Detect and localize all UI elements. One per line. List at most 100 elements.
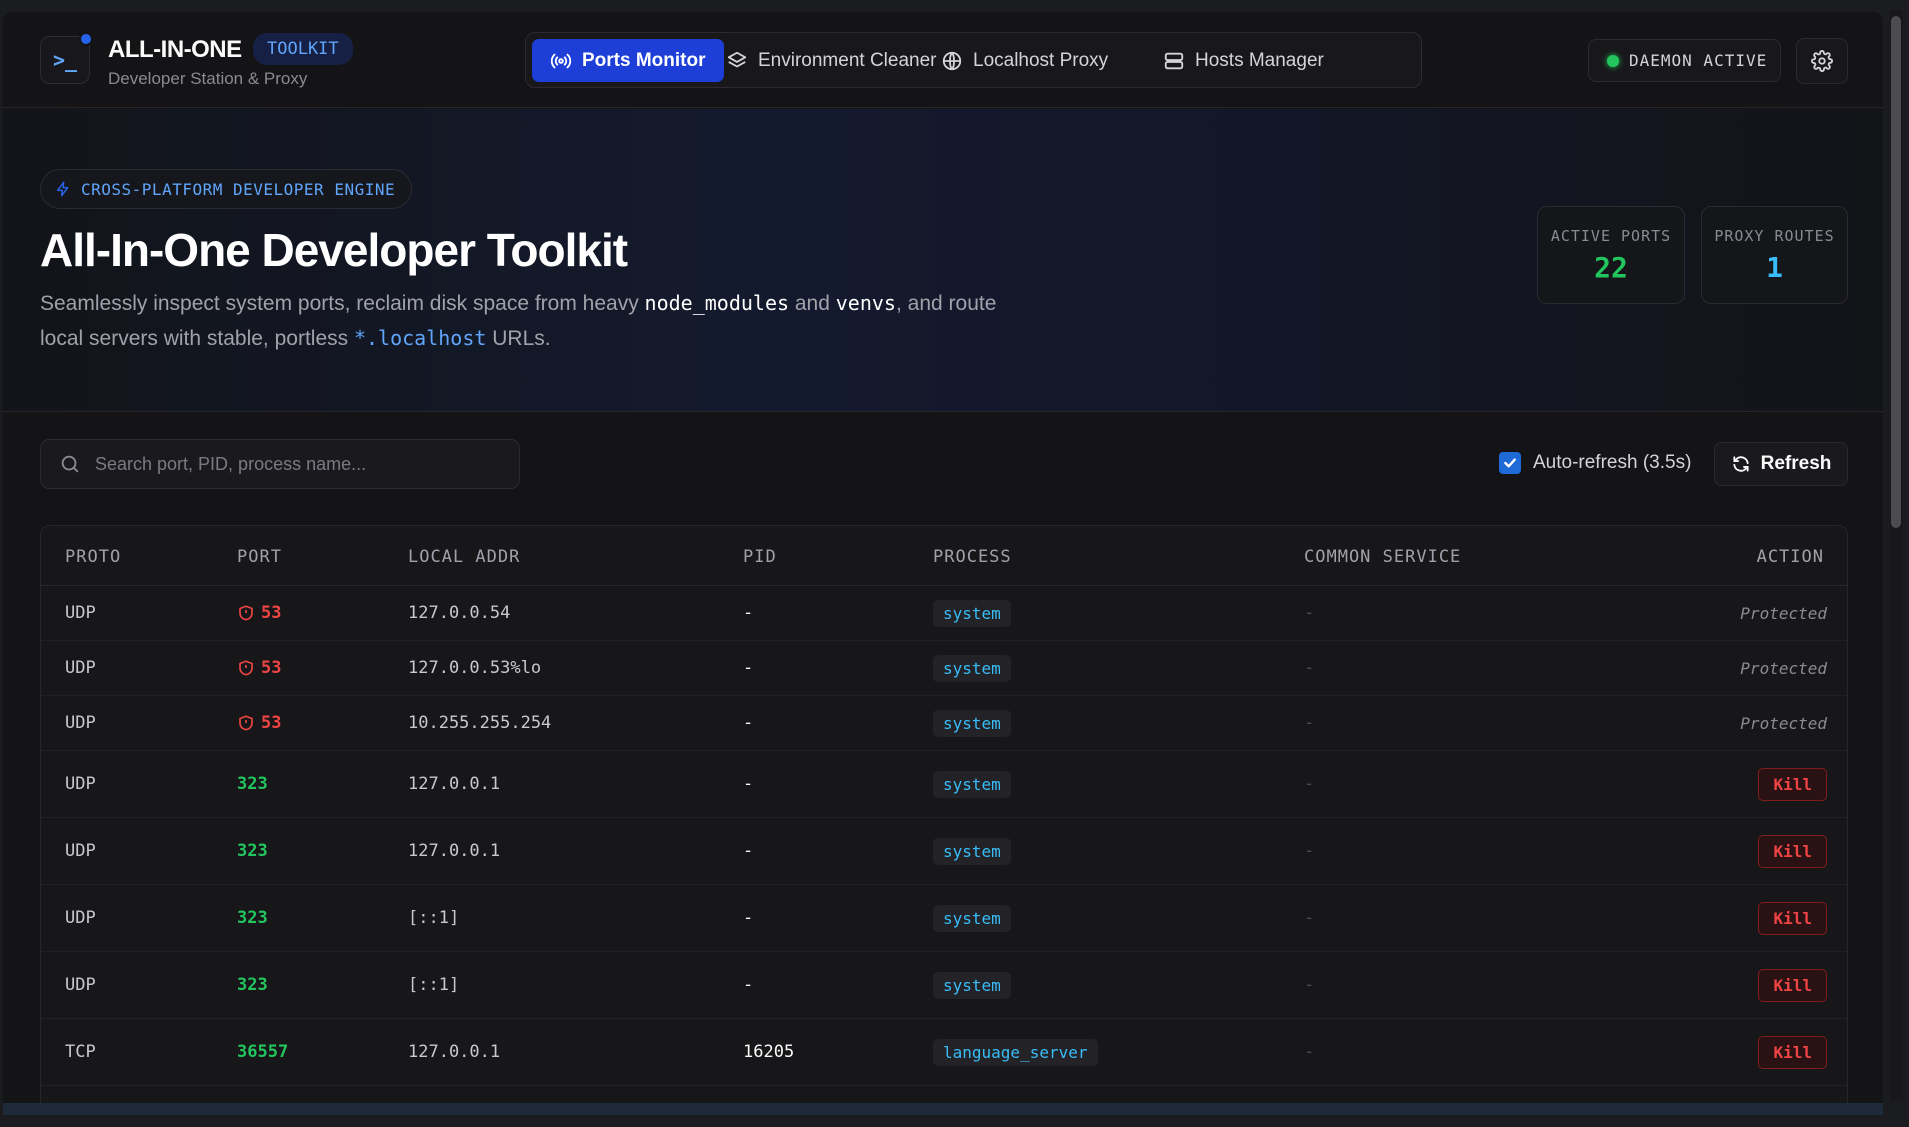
main-nav: Ports Monitor Environment Cleaner Localh… xyxy=(525,32,1422,88)
status-dot-icon xyxy=(1607,54,1619,67)
layers-icon xyxy=(727,51,747,67)
kill-button[interactable]: Kill xyxy=(1758,968,1827,1002)
process-chip: system xyxy=(933,837,1011,865)
kill-button[interactable]: Kill xyxy=(1758,834,1827,868)
port-number: 323 xyxy=(237,774,268,794)
port-cell: 53 xyxy=(237,586,281,640)
pid-cell: - xyxy=(743,841,754,861)
ports-table: PROTO PORT LOCAL ADDR PID PROCESS COMMON… xyxy=(40,525,1848,1115)
port-number: 323 xyxy=(237,908,268,928)
proto-cell: UDP xyxy=(65,975,96,995)
process-cell: system xyxy=(933,952,1011,1018)
search-input[interactable] xyxy=(95,453,495,475)
table-row: UDP 323 127.0.0.1 - system - Kill xyxy=(41,818,1847,885)
port-number: 53 xyxy=(261,658,282,678)
port-number: 53 xyxy=(261,713,282,733)
tab-label: Hosts Manager xyxy=(1195,49,1324,71)
refresh-button[interactable]: Refresh xyxy=(1714,442,1848,486)
port-cell: 53 xyxy=(237,696,281,750)
search-icon xyxy=(61,455,79,473)
kill-button-cell: Kill xyxy=(1758,885,1827,951)
pid-cell: - xyxy=(743,713,754,733)
auto-refresh-checkbox[interactable] xyxy=(1499,452,1521,474)
stat-value: 1 xyxy=(1766,251,1783,284)
service-cell: - xyxy=(1304,841,1315,861)
column-header-common-service: COMMON SERVICE xyxy=(1304,547,1462,567)
settings-button[interactable] xyxy=(1796,38,1848,84)
service-cell: - xyxy=(1304,908,1315,928)
code-node-modules: node_modules xyxy=(644,291,790,315)
daemon-status-label: DAEMON ACTIVE xyxy=(1629,51,1768,70)
proto-cell: UDP xyxy=(65,658,96,678)
process-cell: system xyxy=(933,818,1011,884)
table-header: PROTO PORT LOCAL ADDR PID PROCESS COMMON… xyxy=(41,526,1847,586)
service-cell: - xyxy=(1304,713,1315,733)
globe-icon xyxy=(942,51,962,70)
daemon-status-badge: DAEMON ACTIVE xyxy=(1588,39,1781,82)
process-chip: system xyxy=(933,971,1011,999)
process-chip: system xyxy=(933,709,1011,737)
protected-label: Protected xyxy=(1740,603,1827,623)
port-cell: 53 xyxy=(237,641,281,695)
kill-button[interactable]: Kill xyxy=(1758,901,1827,935)
column-header-process: PROCESS xyxy=(933,547,1012,567)
tab-hosts-manager[interactable]: Hosts Manager xyxy=(1145,39,1342,82)
column-header-pid: PID xyxy=(743,547,777,567)
server-icon xyxy=(1164,52,1184,69)
table-row: UDP 53 127.0.0.53%lo - system - Protected xyxy=(41,641,1847,696)
tab-localhost-proxy[interactable]: Localhost Proxy xyxy=(923,39,1126,82)
top-header: >_ ALL-IN-ONE TOOLKIT Developer Station … xyxy=(3,12,1883,108)
local-addr-cell: 127.0.0.54 xyxy=(408,603,511,623)
table-row: UDP 323 [::1] - system - Kill xyxy=(41,952,1847,1019)
proto-cell: UDP xyxy=(65,841,96,861)
tab-label: Environment Cleaner xyxy=(758,49,937,71)
process-cell: system xyxy=(933,751,1011,817)
pid-cell: - xyxy=(743,975,754,995)
refresh-label: Refresh xyxy=(1760,453,1832,474)
app-title: ALL-IN-ONE xyxy=(108,36,242,63)
port-cell: 36557 xyxy=(237,1019,288,1085)
kill-button-cell: Kill xyxy=(1758,818,1827,884)
check-icon xyxy=(1504,458,1516,468)
tab-ports-monitor[interactable]: Ports Monitor xyxy=(532,39,724,82)
hero-description: Seamlessly inspect system ports, reclaim… xyxy=(40,291,997,350)
service-cell: - xyxy=(1304,975,1315,995)
kill-button[interactable]: Kill xyxy=(1758,767,1827,801)
page-title: All-In-One Developer Toolkit xyxy=(40,224,628,276)
auto-refresh-label: Auto-refresh (3.5s) xyxy=(1533,452,1692,473)
stat-proxy-routes: PROXY ROUTES 1 xyxy=(1701,206,1848,304)
pid-cell: - xyxy=(743,603,754,623)
process-cell: system xyxy=(933,641,1011,695)
tab-environment-cleaner[interactable]: Environment Cleaner xyxy=(708,39,954,82)
shield-icon xyxy=(239,715,253,731)
column-header-proto: PROTO xyxy=(65,547,122,567)
column-header-local-addr: LOCAL ADDR xyxy=(408,547,521,567)
stat-active-ports: ACTIVE PORTS 22 xyxy=(1537,206,1685,304)
process-cell: system xyxy=(933,885,1011,951)
process-chip: system xyxy=(933,599,1011,627)
stat-label: PROXY ROUTES xyxy=(1714,227,1835,245)
local-addr-cell: 10.255.255.254 xyxy=(408,713,552,733)
local-addr-cell: [::1] xyxy=(408,975,460,995)
process-chip: system xyxy=(933,654,1011,682)
app-subtitle: Developer Station & Proxy xyxy=(108,69,308,88)
pid-cell: 16205 xyxy=(743,1042,795,1062)
search-box xyxy=(40,439,520,489)
local-addr-cell: 127.0.0.1 xyxy=(408,1042,501,1062)
kill-button[interactable]: Kill xyxy=(1758,1035,1827,1069)
protected-label: Protected xyxy=(1740,658,1827,678)
auto-refresh-toggle[interactable]: Auto-refresh (3.5s) xyxy=(1499,452,1691,474)
lightning-icon xyxy=(56,181,69,197)
service-cell: - xyxy=(1304,774,1315,794)
scrollbar-thumb[interactable] xyxy=(1891,16,1901,528)
process-chip: system xyxy=(933,904,1011,932)
table-row: UDP 323 127.0.0.1 - system - Kill xyxy=(41,751,1847,818)
toolkit-badge: TOOLKIT xyxy=(253,33,353,65)
port-cell: 323 xyxy=(237,952,268,1018)
broadcast-icon xyxy=(550,53,572,68)
local-addr-cell: 127.0.0.1 xyxy=(408,841,501,861)
proto-cell: UDP xyxy=(65,603,96,623)
proto-cell: TCP xyxy=(65,1042,96,1062)
code-venvs: venvs xyxy=(835,291,896,315)
port-cell: 323 xyxy=(237,818,268,884)
